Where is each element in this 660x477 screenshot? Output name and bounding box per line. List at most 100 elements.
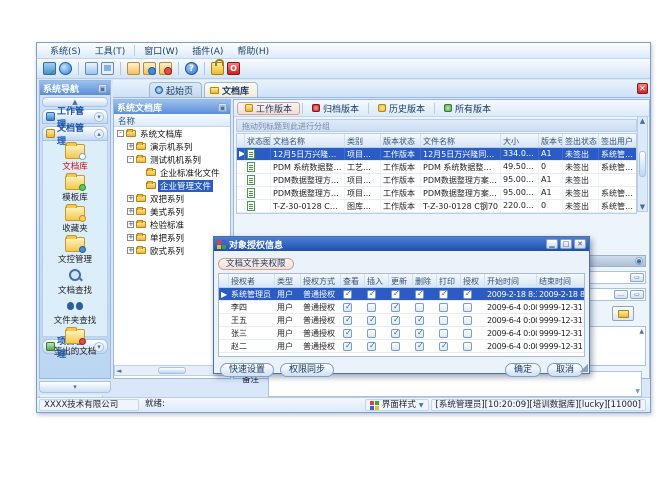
column-header[interactable]: 签出用户: [599, 134, 637, 147]
insert-checkbox[interactable]: [367, 303, 376, 312]
print-checkbox[interactable]: [439, 290, 448, 299]
column-header[interactable]: 查看: [341, 274, 365, 287]
table-row[interactable]: T-Z-30-0128 C钢70型 图库文件 工作版本 T-Z-30-0128 …: [237, 200, 636, 213]
permission-row[interactable]: 张三 用户 普通授权 2009-6-4 0:00:00 9999-12-31 2…: [219, 327, 584, 340]
chevron-up-icon[interactable]: ▴: [94, 129, 104, 139]
insert-checkbox[interactable]: [367, 329, 376, 338]
mail-alert-icon[interactable]: [159, 62, 172, 75]
table-row[interactable]: PDM数据整理方案2.doc 项目文档 工作版本 PDM数据整理方案2.doc …: [237, 187, 636, 200]
scroll-thumb[interactable]: [158, 367, 186, 374]
tree-node[interactable]: + 演示机系列: [114, 140, 230, 153]
print-checkbox[interactable]: [439, 342, 448, 351]
tab-start-page[interactable]: 起始页: [149, 82, 202, 97]
help-icon[interactable]: ?: [185, 62, 198, 75]
menu-tools[interactable]: 工具(T): [88, 43, 133, 58]
table-row[interactable]: PDM数据整理方案.doc 项目文档 工作版本 PDM数据整理方案.doc 95…: [237, 174, 636, 187]
permission-row[interactable]: 赵二 用户 普通授权 2009-6-4 0:00:00 9999-12-31 2…: [219, 340, 584, 353]
column-header[interactable]: 类型: [275, 274, 301, 287]
menu-help[interactable]: 帮助(H): [230, 43, 276, 58]
menu-system[interactable]: 系统(S): [43, 43, 88, 58]
tab-document-library[interactable]: 文档库: [204, 82, 258, 97]
dialog-tab-folder-permissions[interactable]: 文档文件夹权限: [218, 258, 294, 270]
chevron-down-icon[interactable]: ▾: [94, 112, 104, 122]
view-checkbox[interactable]: [343, 303, 352, 312]
ok-button[interactable]: 确定: [505, 363, 541, 377]
nav-scroll-down[interactable]: ▾: [39, 381, 111, 393]
menu-plugin[interactable]: 插件(A): [185, 43, 230, 58]
update-checkbox[interactable]: [391, 316, 400, 325]
pin-icon[interactable]: ▣: [98, 84, 107, 93]
update-checkbox[interactable]: [391, 329, 400, 338]
clear-button[interactable]: ▭: [630, 290, 644, 299]
nav-item[interactable]: 文档查找: [43, 268, 107, 296]
authorize-checkbox[interactable]: [463, 316, 472, 325]
column-header[interactable]: 开始时间: [485, 274, 537, 287]
column-header[interactable]: 类别: [345, 134, 381, 147]
column-header[interactable]: 授权: [461, 274, 485, 287]
column-header[interactable]: 签出状态: [563, 134, 599, 147]
print-checkbox[interactable]: [439, 316, 448, 325]
insert-checkbox[interactable]: [367, 316, 376, 325]
column-header[interactable]: 版本状态: [381, 134, 421, 147]
pin-icon[interactable]: ▣: [218, 103, 227, 112]
print-checkbox[interactable]: [439, 303, 448, 312]
tree-expand-icon[interactable]: +: [127, 234, 134, 241]
tree-node[interactable]: + 美式系列: [114, 205, 230, 218]
tab-archive-version[interactable]: 归档版本: [305, 102, 366, 115]
quick-setup-button[interactable]: 快速设置: [220, 363, 274, 377]
ellipsis-button[interactable]: ▭: [630, 273, 644, 282]
tree-expand-icon[interactable]: -: [117, 130, 124, 137]
table-row[interactable]: PDM 系统数据整理检… 工艺文档 工作版本 PDM 系统数据整理… 49.50…: [237, 161, 636, 174]
group-by-bar[interactable]: 拖动列标题到此进行分组: [236, 119, 637, 132]
permission-row[interactable]: 王五 用户 普通授权 2009-6-4 0:00:00 9999-12-31 2…: [219, 314, 584, 327]
mail-globe-icon[interactable]: [143, 62, 156, 75]
tab-work-version[interactable]: 工作版本: [237, 102, 300, 115]
authorize-checkbox[interactable]: [463, 342, 472, 351]
nav-item[interactable]: 文控管理: [43, 237, 107, 265]
column-header[interactable]: 打印: [437, 274, 461, 287]
tree-node[interactable]: 企业标准化文件: [114, 166, 230, 179]
menu-window[interactable]: 窗口(W): [137, 43, 185, 58]
view-checkbox[interactable]: [343, 316, 352, 325]
tree-node[interactable]: 企业管理文件: [114, 179, 230, 192]
resize-grip[interactable]: [580, 364, 588, 372]
table-vertical-scrollbar[interactable]: ▲ ▼: [637, 116, 648, 212]
mail-icon[interactable]: [127, 62, 140, 75]
nav-item[interactable]: 收藏夹: [43, 206, 107, 234]
column-header[interactable]: 授权者: [229, 274, 275, 287]
tree-expand-icon[interactable]: [137, 182, 144, 189]
tree-node[interactable]: + 双把系列: [114, 192, 230, 205]
column-header[interactable]: 删除: [413, 274, 437, 287]
tab-history-version[interactable]: 历史版本: [371, 102, 432, 115]
nav-item[interactable]: 文件夹查找: [43, 299, 107, 326]
tree-expand-icon[interactable]: +: [127, 221, 134, 228]
connect-icon[interactable]: [43, 62, 56, 75]
update-checkbox[interactable]: [391, 342, 400, 351]
tree-column-header[interactable]: 名称: [114, 114, 230, 127]
tree-node[interactable]: - 测试机机系列: [114, 153, 230, 166]
insert-checkbox[interactable]: [367, 290, 376, 299]
column-header[interactable]: 授权方式: [301, 274, 341, 287]
tree-node[interactable]: - 系统文档库: [114, 127, 230, 140]
collapse-icon[interactable]: ●: [635, 257, 643, 265]
exit-icon[interactable]: O: [227, 62, 240, 75]
column-header-sorted[interactable]: 文档名称: [271, 134, 345, 147]
ellipsis-button[interactable]: …: [614, 290, 628, 299]
column-header[interactable]: 版本号: [539, 134, 563, 147]
close-tab-icon[interactable]: ✕: [637, 83, 648, 94]
authorize-checkbox[interactable]: [463, 329, 472, 338]
tree-expand-icon[interactable]: +: [127, 208, 134, 215]
tree-expand-icon[interactable]: +: [127, 143, 134, 150]
view-checkbox[interactable]: [343, 329, 352, 338]
delete-checkbox[interactable]: [415, 342, 424, 351]
table-row[interactable]: ▶ 12月5日万兴隆同行… 项目文档 工作版本 12月5日万兴隆同行… 334.…: [237, 148, 636, 161]
delete-checkbox[interactable]: [415, 290, 424, 299]
column-header[interactable]: 大小: [501, 134, 539, 147]
column-header[interactable]: 状态图: [245, 134, 271, 147]
delete-checkbox[interactable]: [415, 329, 424, 338]
nav-group-document[interactable]: 文档管理 ▴: [42, 126, 108, 141]
maximize-icon[interactable]: □: [560, 239, 572, 249]
tab-all-version[interactable]: 所有版本: [437, 102, 498, 115]
delete-checkbox[interactable]: [415, 303, 424, 312]
authorize-checkbox[interactable]: [463, 290, 472, 299]
